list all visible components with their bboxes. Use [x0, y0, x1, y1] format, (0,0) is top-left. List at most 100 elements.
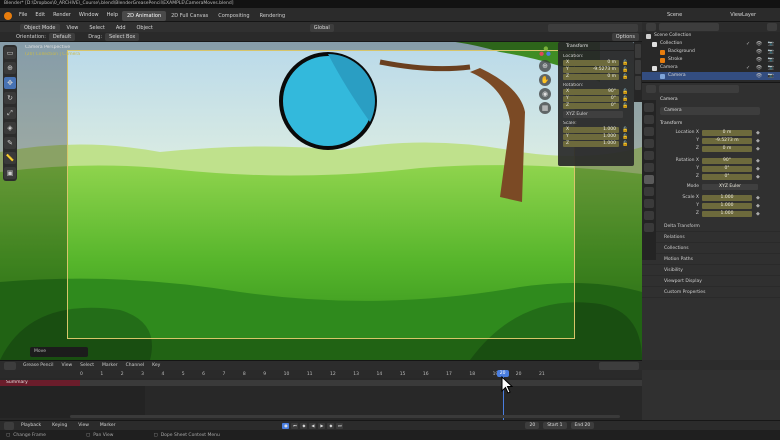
tool-tab-icon[interactable]	[644, 103, 654, 112]
world-tab-icon[interactable]	[644, 163, 654, 172]
lock-icon[interactable]: 🔓	[622, 127, 628, 133]
editor-type-icon[interactable]	[4, 421, 14, 430]
pan-hand-icon[interactable]: ✋	[539, 74, 551, 86]
keyframe-dot-icon[interactable]: ◆	[756, 158, 760, 164]
cursor-icon[interactable]: ⊕	[4, 62, 16, 74]
view-layer-selector[interactable]: ViewLayer	[726, 8, 760, 22]
scale-x-field[interactable]: X 1.000 🔓	[563, 127, 634, 133]
prev-key-icon[interactable]: ◆	[300, 422, 308, 429]
move-icon[interactable]: ✥	[4, 77, 16, 89]
menu-file[interactable]: File	[15, 8, 31, 22]
prop-rotation-z[interactable]: Z 0° ◆	[660, 173, 780, 180]
orientation-dropdown[interactable]: Default	[48, 32, 76, 41]
tab-compositing[interactable]: Compositing	[213, 11, 254, 21]
visibility-toggles[interactable]: 👁 📷	[756, 72, 776, 80]
lock-icon[interactable]: 🔓	[622, 141, 628, 147]
tab-2d-animation[interactable]: 2D Animation	[122, 10, 167, 21]
lock-icon[interactable]: 🔓	[622, 89, 628, 95]
custom-properties-section[interactable]: Custom Properties	[642, 287, 780, 298]
lock-icon[interactable]: 🔓	[622, 60, 628, 66]
outliner-row[interactable]: Stroke 👁 📷	[642, 56, 780, 64]
camera-data-tab-icon[interactable]	[644, 223, 654, 232]
options-dropdown[interactable]: Options	[611, 32, 639, 41]
properties-search-input[interactable]	[659, 85, 739, 93]
scale-y-field[interactable]: Y 1.000 🔓	[563, 134, 634, 140]
outliner-row[interactable]: Camera 👁 📷	[642, 72, 780, 80]
menu-object[interactable]: Object	[133, 24, 157, 32]
menu-select[interactable]: Select	[85, 24, 108, 32]
lock-icon[interactable]: 🔓	[622, 67, 628, 73]
visibility-section[interactable]: Visibility	[642, 265, 780, 276]
current-frame-field[interactable]: 20	[525, 422, 540, 429]
perspective-toggle-icon[interactable]: ▦	[539, 102, 551, 114]
rotate-icon[interactable]: ↻	[4, 92, 16, 104]
tl-menu-marker[interactable]: Marker	[98, 361, 122, 371]
playback-menu[interactable]: Playback	[17, 422, 45, 430]
keyframe-dot-icon[interactable]: ◆	[756, 174, 760, 180]
next-key-icon[interactable]: ◆	[327, 422, 335, 429]
jump-start-icon[interactable]: ⏮	[291, 422, 299, 429]
transform-icon[interactable]: ◈	[4, 122, 16, 134]
view-menu[interactable]: View	[74, 422, 93, 430]
mode-dropdown[interactable]: Object Mode	[20, 24, 60, 32]
outliner-search-input[interactable]	[659, 23, 719, 31]
sidebar-tab-view[interactable]	[635, 76, 641, 90]
prop-mode[interactable]: Mode XYZ Euler	[660, 183, 780, 190]
rotation-y-field[interactable]: Y 0° 🔓	[563, 96, 634, 102]
operator-popup[interactable]: Move	[30, 347, 88, 357]
mode-dropdown[interactable]: XYZ Euler	[702, 183, 758, 190]
visibility-toggles[interactable]: 👁 📷	[756, 48, 776, 56]
visibility-toggles[interactable]: 👁 📷	[756, 56, 776, 64]
drag-dropdown[interactable]: Select Box	[105, 32, 140, 41]
delta-transform-section[interactable]: Delta Transform	[642, 221, 780, 232]
editor-type-icon[interactable]	[646, 23, 656, 31]
outliner-row[interactable]: Collection ✓ 👁 📷	[642, 40, 780, 48]
camera-view-icon[interactable]: ◉	[539, 88, 551, 100]
rotation-z-field[interactable]: Z 0° 🔓	[563, 103, 634, 109]
menu-help[interactable]: Help	[103, 8, 122, 22]
menu-edit[interactable]: Edit	[31, 8, 49, 22]
play-reverse-icon[interactable]: ◀	[309, 422, 317, 429]
prop-location-x[interactable]: Location X0 m ◆	[660, 129, 780, 136]
keyframe-dot-icon[interactable]: ◆	[756, 130, 760, 136]
rotation-x-field[interactable]: X 90° 🔓	[563, 89, 634, 95]
menu-view[interactable]: View	[63, 24, 83, 32]
transform-section-header[interactable]: Transform	[660, 119, 780, 129]
relations-section[interactable]: Relations	[642, 232, 780, 243]
object-name-field[interactable]: Camera	[660, 107, 760, 115]
keyframe-dot-icon[interactable]: ◆	[756, 166, 760, 172]
location-x-field[interactable]: X 0 m 🔓	[563, 60, 634, 66]
shading-controls[interactable]	[548, 24, 638, 32]
tab-2d-full-canvas[interactable]: 2D Full Canvas	[166, 11, 213, 21]
lock-icon[interactable]: 🔓	[622, 96, 628, 102]
location-y-field[interactable]: Y -9.5273 m 🔓	[563, 67, 634, 73]
tl-menu-channel[interactable]: Channel	[122, 361, 148, 371]
visibility-toggles[interactable]: ✓ 👁 📷	[746, 40, 776, 48]
tl-menu-key[interactable]: Key	[148, 361, 164, 371]
scale-z-field[interactable]: Z 1.000 🔓	[563, 141, 634, 147]
motion-paths-section[interactable]: Motion Paths	[642, 254, 780, 265]
prop-rotation-y[interactable]: Y 0° ◆	[660, 165, 780, 172]
output-tab-icon[interactable]	[644, 127, 654, 136]
prop-rotation-x[interactable]: Rotation X 90° ◆	[660, 157, 780, 164]
tl-menu-select[interactable]: Select	[76, 361, 98, 371]
menu-add[interactable]: Add	[112, 24, 130, 32]
play-icon[interactable]: ▶	[318, 422, 326, 429]
editor-mode-dropdown[interactable]: Grease Pencil	[19, 361, 57, 371]
constraints-tab-icon[interactable]	[644, 211, 654, 220]
object-tab-icon[interactable]	[644, 175, 654, 184]
camera-frame[interactable]	[67, 50, 575, 339]
keyframe-dot-icon[interactable]: ◆	[756, 195, 760, 201]
axis-gizmo-icon[interactable]	[539, 46, 551, 58]
view-layer-tab-icon[interactable]	[644, 139, 654, 148]
outliner-row[interactable]: Camera ✓ 👁 📷	[642, 64, 780, 72]
sidebar-tab-item[interactable]	[635, 44, 641, 58]
record-icon[interactable]: ●	[282, 422, 290, 429]
physics-tab-icon[interactable]	[644, 199, 654, 208]
prop-scale-x[interactable]: Scale X 1.000 ◆	[660, 194, 780, 201]
jump-end-icon[interactable]: ⏭	[336, 422, 344, 429]
render-tab-icon[interactable]	[644, 115, 654, 124]
zoom-icon[interactable]: ⊕	[539, 60, 551, 72]
menu-render[interactable]: Render	[49, 8, 75, 22]
start-frame-field[interactable]: Start 1	[543, 422, 567, 429]
